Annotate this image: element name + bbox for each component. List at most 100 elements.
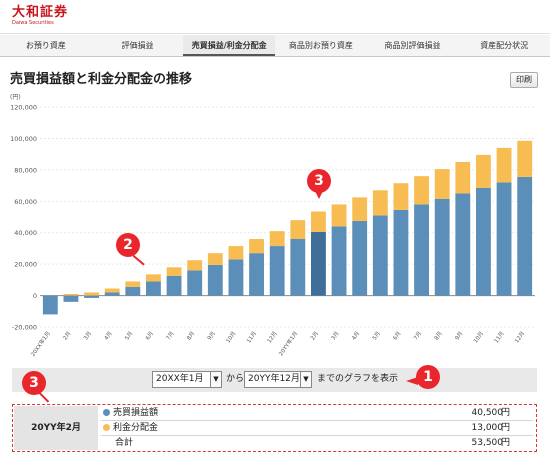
to-label: までのグラフを表示 (317, 374, 399, 384)
bar-trading-pl (476, 187, 491, 296)
bar-trading-pl (455, 193, 471, 296)
y-tick-label: 40,000 (14, 229, 37, 237)
marker-1: 1 (416, 365, 440, 389)
bar-trading-pl (166, 275, 182, 296)
bar-trading-pl (393, 209, 409, 296)
x-tick-label: 8月 (185, 330, 196, 341)
bar-dividends (372, 190, 388, 216)
summary-value-dividends: 13,000 (471, 423, 504, 433)
bar-dividends (207, 253, 223, 265)
x-tick-label: 11月 (493, 330, 506, 344)
bar-trading-pl (331, 226, 347, 296)
bar-trading-pl (125, 286, 141, 296)
tab-trading-pl-dividends[interactable]: 売買損益/利金分配金 (183, 35, 276, 56)
x-tick-label: 20XX年1月 (29, 330, 52, 358)
bar-trading-pl (496, 182, 512, 296)
x-tick-label: 9月 (206, 330, 217, 341)
bar-dividends (496, 147, 512, 183)
summary-value-trading-pl: 40,500 (471, 408, 504, 418)
x-tick-label: 3月 (330, 330, 341, 341)
marker-2: 2 (116, 233, 140, 257)
bar-dividends (290, 220, 306, 239)
x-tick-label: 20YY年1月 (277, 330, 300, 358)
tab-valuation-pl[interactable]: 評価損益 (92, 35, 184, 56)
y-tick-label: 120,000 (10, 104, 37, 112)
summary-unit: 円 (501, 408, 511, 418)
trading-pl-dot-icon (103, 409, 110, 416)
x-tick-label: 5月 (371, 330, 382, 341)
logo-text: 大和証券 (12, 5, 69, 20)
bar-trading-pl (146, 281, 161, 296)
daiwa-logo[interactable]: 大和証券 Daiwa Securities (12, 5, 68, 26)
x-tick-label: 2月 (309, 330, 320, 341)
x-tick-label: 7月 (165, 330, 176, 341)
summary-label-total: 合計 (115, 436, 133, 451)
bar-dividends (166, 267, 182, 276)
from-month-value: 20XX年1月 (156, 374, 204, 384)
from-month-select[interactable]: 20XX年1月 ▼ (152, 371, 222, 388)
bar-trading-pl (187, 270, 203, 296)
bar-trading-pl (414, 204, 429, 296)
y-tick-label: 20,000 (14, 261, 37, 269)
x-tick-label: 6月 (144, 330, 155, 341)
tab-asset-allocation[interactable]: 資産配分状況 (458, 35, 550, 56)
y-tick-label: 80,000 (14, 166, 37, 174)
bar-dividends (187, 260, 203, 271)
x-tick-label: 4月 (103, 330, 114, 341)
summary-row-dividends: 利金分配金 13,000 円 (101, 421, 533, 436)
x-tick-label: 6月 (392, 330, 403, 341)
bar-dividends (517, 140, 533, 177)
from-label: から (226, 374, 245, 384)
marker-3-chart: 3 (307, 169, 331, 193)
summary-row-trading-pl: 売買損益額 40,500 円 (101, 406, 533, 421)
x-tick-label: 2月 (62, 330, 73, 341)
x-tick-label: 8月 (433, 330, 444, 341)
bar-trading-pl (311, 231, 326, 296)
graph-range-controls: 20XX年1月 ▼ から 20YY年12月 ▼ までのグラフを表示 (12, 368, 537, 392)
bar-dividends (311, 211, 326, 232)
x-tick-label: 10月 (472, 330, 485, 344)
bar-trading-pl (352, 220, 368, 296)
x-tick-label: 5月 (124, 330, 135, 341)
y-unit-label: (円) (10, 94, 21, 101)
summary-row-total: 合計 53,500 円 (101, 436, 533, 451)
top-bar: 大和証券 Daiwa Securities (0, 0, 550, 34)
bar-trading-pl (104, 292, 120, 296)
bar-dividends (352, 197, 368, 221)
bar-dividends (331, 204, 347, 227)
bar-dividends (476, 154, 491, 188)
tab-valuation-by-product[interactable]: 商品別評価損益 (367, 35, 459, 56)
y-tick-label: 0 (33, 292, 37, 300)
x-tick-label: 11月 (245, 330, 258, 344)
tab-bar: お預り資産 評価損益 売買損益/利金分配金 商品別お預り資産 商品別評価損益 資… (0, 35, 550, 57)
bar-trading-pl (434, 198, 450, 296)
summary-label-text: 合計 (115, 438, 134, 448)
bar-dividends (146, 274, 161, 282)
summary-label-dividends: 利金分配金 (101, 421, 158, 436)
tab-deposit-assets[interactable]: お預り資産 (0, 35, 92, 56)
y-tick-label: -20,000 (12, 324, 37, 332)
summary-month: 20YY年2月 (14, 406, 98, 450)
bar-trading-pl (269, 246, 285, 296)
bar-trading-pl (517, 176, 533, 296)
bar-trading-pl (42, 295, 58, 315)
to-month-value: 20YY年12月 (248, 374, 300, 384)
x-tick-label: 12月 (513, 330, 526, 344)
bar-dividends (104, 288, 120, 293)
bar-dividends (63, 294, 79, 296)
bar-dividends (393, 183, 409, 210)
page-title: 売買損益額と利金分配金の推移 (10, 72, 193, 87)
bar-dividends (125, 281, 141, 287)
to-month-select[interactable]: 20YY年12月 ▼ (244, 371, 312, 388)
x-tick-label: 3月 (82, 330, 93, 341)
print-button[interactable]: 印刷 (510, 72, 538, 88)
x-tick-label: 4月 (350, 330, 361, 341)
bar-dividends (249, 239, 264, 254)
bar-dividends (269, 231, 285, 247)
tab-assets-by-product[interactable]: 商品別お預り資産 (275, 35, 367, 56)
summary-value-total: 53,500 (471, 438, 504, 448)
x-tick-label: 7月 (412, 330, 423, 341)
bar-dividends (434, 169, 450, 199)
marker-3-chart-pointer (315, 191, 323, 199)
x-tick-label: 9月 (454, 330, 465, 341)
